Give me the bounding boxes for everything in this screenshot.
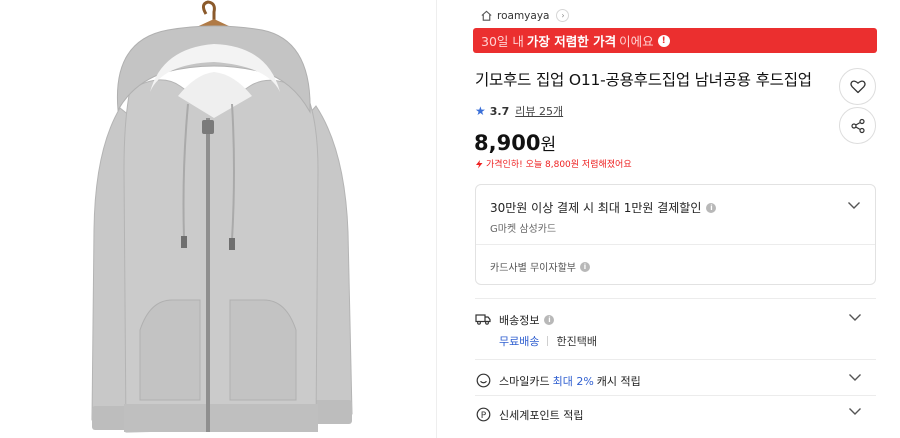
product-price: 8,900원 xyxy=(474,130,556,155)
shipping-label-text: 배송정보 xyxy=(499,314,540,327)
courier-name: 한진택배 xyxy=(556,335,597,348)
wishlist-button[interactable] xyxy=(839,68,876,105)
rating-summary: ★ 3.7 리뷰 25개 xyxy=(475,103,563,119)
price-drop-arrow-icon xyxy=(476,159,483,168)
smile-card-icon xyxy=(475,372,491,388)
hoodie-illustration xyxy=(91,0,353,433)
point-icon: P xyxy=(475,406,491,422)
share-button[interactable] xyxy=(839,107,876,144)
price-value: 8,900 xyxy=(474,131,541,155)
box-divider xyxy=(476,244,875,245)
price-drop-note: 가격인하! 오늘 8,800원 저렴해졌어요 xyxy=(474,157,632,170)
waistband xyxy=(124,404,318,432)
shinsegae-point-row[interactable]: P 신세계포인트 적립 xyxy=(475,405,876,423)
card-discount-box[interactable]: 30만원 이상 결제 시 최대 1만원 결제할인 i G마켓 삼성카드 카드사별… xyxy=(475,184,876,285)
truck-icon xyxy=(475,311,491,327)
chevron-down-icon[interactable] xyxy=(848,407,862,416)
info-icon[interactable]: ! xyxy=(657,34,670,47)
card-discount-title: 30만원 이상 결제 시 최대 1만원 결제할인 i xyxy=(490,199,717,216)
left-pocket xyxy=(139,299,201,401)
banner-highlight: 가장 저렴한 가격 xyxy=(526,34,617,49)
installment-info[interactable]: 카드사별 무이자할부 i xyxy=(490,259,590,274)
installment-text: 카드사별 무이자할부 xyxy=(490,263,576,274)
point-icon-glyph: P xyxy=(480,410,486,420)
free-shipping-text: 무료배송 xyxy=(499,335,540,348)
shinsegae-point-label: 신세계포인트 적립 xyxy=(499,409,584,422)
section-divider xyxy=(475,359,876,360)
seller-name: roamyaya xyxy=(497,9,550,22)
info-icon[interactable]: i xyxy=(579,261,590,272)
heart-icon xyxy=(849,80,866,94)
pane-divider xyxy=(436,0,437,438)
zipper-pull xyxy=(202,120,214,134)
product-detail-pane: roamyaya › 30일 내 가장 저렴한 가격 이에요 ! 기모후드 집업… xyxy=(473,0,877,438)
product-title: 기모후드 집업 O11-공용후드집업 남녀공용 후드집업 xyxy=(475,71,812,89)
chevron-down-icon[interactable] xyxy=(848,313,862,322)
left-aglet xyxy=(181,236,187,248)
smile-card-label: 스마일카드 최대 2% 캐시 적립 xyxy=(499,373,641,389)
smile-card-row[interactable]: 스마일카드 최대 2% 캐시 적립 xyxy=(475,371,876,389)
right-pocket xyxy=(229,299,297,401)
price-drop-text: 가격인하! 오늘 8,800원 저렴해졌어요 xyxy=(486,160,632,170)
info-icon[interactable]: i xyxy=(544,315,555,325)
card-discount-issuer: G마켓 삼성카드 xyxy=(490,224,557,235)
chevron-down-icon[interactable] xyxy=(847,201,861,210)
smile-card-highlight: 최대 2% xyxy=(552,375,594,388)
home-icon xyxy=(481,10,492,21)
price-unit: 원 xyxy=(540,135,557,155)
card-discount-text: 30만원 이상 결제 시 최대 1만원 결제할인 xyxy=(490,201,702,215)
section-divider xyxy=(475,298,876,299)
shipping-info-row[interactable]: 배송정보 i 무료배송 한진택배 xyxy=(475,308,876,350)
chevron-right-icon: › xyxy=(556,9,570,22)
rating-score: 3.7 xyxy=(489,104,510,118)
reviews-link[interactable]: 리뷰 25개 xyxy=(515,103,563,119)
smile-card-prefix: 스마일카드 xyxy=(499,375,550,388)
shipping-details: 무료배송 한진택배 xyxy=(499,333,597,349)
smile-card-suffix: 캐시 적립 xyxy=(596,375,641,388)
shipping-label: 배송정보 i xyxy=(499,312,555,328)
chevron-down-icon[interactable] xyxy=(848,373,862,382)
product-image[interactable] xyxy=(0,0,436,438)
section-divider xyxy=(475,395,876,396)
lowest-price-banner[interactable]: 30일 내 가장 저렴한 가격 이에요 ! xyxy=(473,28,877,53)
star-icon: ★ xyxy=(475,104,486,118)
banner-prefix: 30일 내 xyxy=(481,34,524,49)
seller-link[interactable]: roamyaya › xyxy=(480,7,570,24)
banner-suffix: 이에요 xyxy=(619,34,654,49)
right-aglet xyxy=(229,238,235,250)
share-icon xyxy=(850,118,865,133)
value-divider xyxy=(547,336,549,346)
info-icon[interactable]: i xyxy=(706,202,717,213)
